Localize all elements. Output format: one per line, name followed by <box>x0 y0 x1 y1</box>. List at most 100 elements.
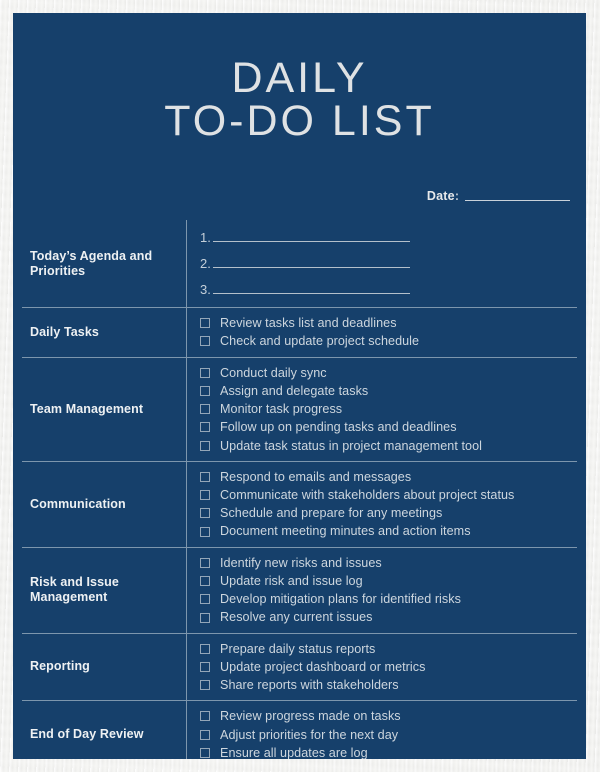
task-text: Update risk and issue log <box>220 573 363 588</box>
agenda-write-in-line[interactable] <box>212 267 410 269</box>
title-line-2: TO-DO LIST <box>164 96 435 145</box>
checkbox-icon[interactable] <box>200 367 210 378</box>
section-label: Daily Tasks <box>30 324 99 339</box>
agenda-write-in-line[interactable] <box>212 293 410 295</box>
checkbox-icon[interactable] <box>200 318 210 329</box>
checkbox-icon[interactable] <box>200 508 210 519</box>
checkbox-icon[interactable] <box>200 490 210 501</box>
checkbox-icon[interactable] <box>200 440 210 451</box>
checklist: Review tasks list and deadlines Check an… <box>186 308 577 357</box>
checkbox-icon[interactable] <box>200 422 210 433</box>
checkbox-icon[interactable] <box>200 594 210 605</box>
page-title: DAILY TO-DO LIST <box>13 57 586 142</box>
agenda-write-in-line[interactable] <box>212 241 410 243</box>
list-item[interactable]: Conduct daily sync <box>200 365 571 381</box>
list-item[interactable]: Follow up on pending tasks and deadlines <box>200 419 571 435</box>
task-text: Develop mitigation plans for identified … <box>220 592 461 607</box>
table-row: Reporting Prepare daily status reports U… <box>22 632 577 701</box>
date-field[interactable]: Date : <box>13 189 586 203</box>
list-item[interactable]: 2. <box>200 256 571 271</box>
task-text: Prepare daily status reports <box>220 641 376 656</box>
agenda-lines: 1. 2. 3. <box>186 220 577 308</box>
checklist: Review progress made on tasks Adjust pri… <box>186 701 577 759</box>
task-text: Update task status in project management… <box>220 438 482 453</box>
section-label: Risk and Issue Management <box>30 575 119 605</box>
section-label: Communication <box>30 496 126 511</box>
list-item[interactable]: Update project dashboard or metrics <box>200 659 571 675</box>
task-text: Share reports with stakeholders <box>220 678 399 693</box>
list-item[interactable]: 3. <box>200 282 571 297</box>
checkbox-icon[interactable] <box>200 612 210 623</box>
checkbox-icon[interactable] <box>200 643 210 654</box>
section-label: Team Management <box>30 401 144 416</box>
list-item[interactable]: Ensure all updates are log <box>200 745 571 759</box>
task-text: Conduct daily sync <box>220 365 327 380</box>
list-item[interactable]: Check and update project schedule <box>200 333 571 349</box>
todo-table: Today’s Agenda and Priorities 1. 2. 3. D… <box>22 220 577 759</box>
list-item[interactable]: Resolve any current issues <box>200 609 571 625</box>
checkbox-icon[interactable] <box>200 385 210 396</box>
task-text: Follow up on pending tasks and deadlines <box>220 420 457 435</box>
task-text: Ensure all updates are log <box>220 745 368 759</box>
title-line-1: DAILY <box>231 54 368 102</box>
list-item[interactable]: Respond to emails and messages <box>200 469 571 485</box>
list-item[interactable]: Update risk and issue log <box>200 573 571 589</box>
list-item[interactable]: Schedule and prepare for any meetings <box>200 505 571 521</box>
checkbox-icon[interactable] <box>200 557 210 568</box>
task-text: Update project dashboard or metrics <box>220 659 426 674</box>
checklist: Conduct daily sync Assign and delegate t… <box>186 357 577 461</box>
task-text: Document meeting minutes and action item… <box>220 524 471 539</box>
checkbox-icon[interactable] <box>200 526 210 537</box>
date-colon: : <box>454 189 459 204</box>
table-row: Today’s Agenda and Priorities 1. 2. 3. <box>22 220 577 308</box>
task-text: Respond to emails and messages <box>220 469 412 484</box>
task-text: Review progress made on tasks <box>220 709 401 724</box>
list-item[interactable]: Document meeting minutes and action item… <box>200 523 571 539</box>
task-text: Monitor task progress <box>220 402 343 417</box>
list-item[interactable]: Monitor task progress <box>200 401 571 417</box>
list-item[interactable]: Review tasks list and deadlines <box>200 315 571 331</box>
checklist: Prepare daily status reports Update proj… <box>186 633 577 701</box>
date-label: Date <box>426 189 455 204</box>
task-text: Assign and delegate tasks <box>220 383 369 398</box>
section-label: Today’s Agenda and Priorities <box>30 248 153 278</box>
table-row: Risk and Issue Management Identify new r… <box>22 546 577 633</box>
list-item[interactable]: Review progress made on tasks <box>200 708 571 724</box>
task-text: Schedule and prepare for any meetings <box>220 506 443 521</box>
date-write-in-line[interactable] <box>465 200 570 202</box>
list-item[interactable]: Develop mitigation plans for identified … <box>200 591 571 607</box>
task-text: Adjust priorities for the next day <box>220 727 399 742</box>
list-item[interactable]: Share reports with stakeholders <box>200 677 571 693</box>
checkbox-icon[interactable] <box>200 711 210 722</box>
checkbox-icon[interactable] <box>200 336 210 347</box>
list-item[interactable]: Prepare daily status reports <box>200 641 571 657</box>
checkbox-icon[interactable] <box>200 576 210 587</box>
list-item[interactable]: Adjust priorities for the next day <box>200 727 571 743</box>
section-label: Reporting <box>30 659 90 674</box>
task-text: Review tasks list and deadlines <box>220 316 397 331</box>
agenda-number: 2. <box>200 256 211 272</box>
checklist: Identify new risks and issues Update ris… <box>186 547 577 633</box>
table-row: End of Day Review Review progress made o… <box>22 700 577 759</box>
table-row: Communication Respond to emails and mess… <box>22 460 577 547</box>
checkbox-icon[interactable] <box>200 471 210 482</box>
todo-list-sheet: DAILY TO-DO LIST Date : Today’s Agenda a… <box>13 13 586 759</box>
checkbox-icon[interactable] <box>200 747 210 758</box>
task-text: Check and update project schedule <box>220 334 420 349</box>
list-item[interactable]: Identify new risks and issues <box>200 555 571 571</box>
checkbox-icon[interactable] <box>200 680 210 691</box>
task-text: Communicate with stakeholders about proj… <box>220 488 515 502</box>
list-item[interactable]: Communicate with stakeholders about proj… <box>200 487 571 503</box>
checkbox-icon[interactable] <box>200 729 210 740</box>
section-label: End of Day Review <box>30 727 144 742</box>
checklist: Respond to emails and messages Communica… <box>186 461 577 547</box>
list-item[interactable]: 1. <box>200 230 571 245</box>
checkbox-icon[interactable] <box>200 404 210 415</box>
task-text: Resolve any current issues <box>220 610 373 625</box>
list-item[interactable]: Update task status in project management… <box>200 438 571 454</box>
table-row: Team Management Conduct daily sync Assig… <box>22 356 577 461</box>
checkbox-icon[interactable] <box>200 661 210 672</box>
list-item[interactable]: Assign and delegate tasks <box>200 383 571 399</box>
agenda-number: 1. <box>200 230 211 246</box>
task-text: Identify new risks and issues <box>220 555 382 570</box>
